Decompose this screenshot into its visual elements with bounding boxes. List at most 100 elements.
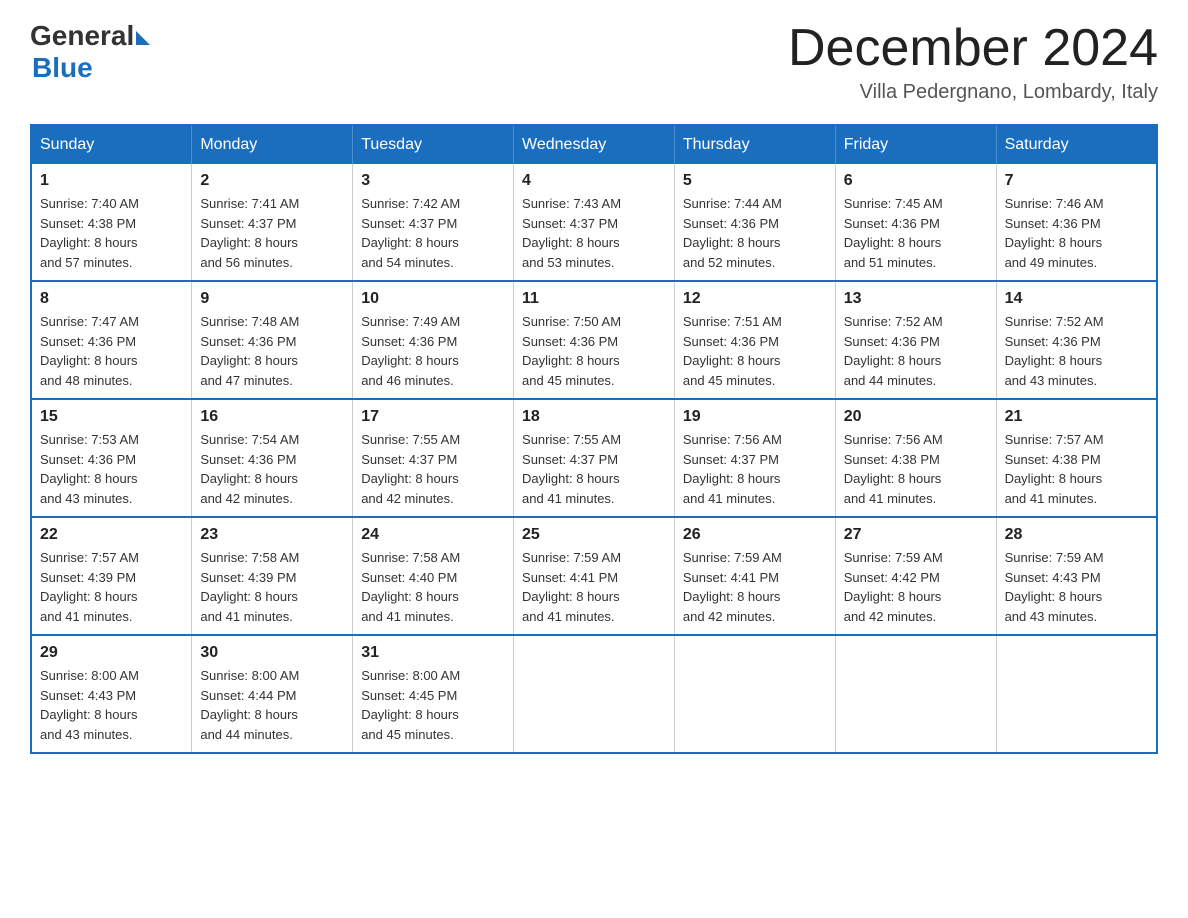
day-number: 1 xyxy=(40,172,183,190)
day-number: 9 xyxy=(200,290,344,308)
header-sunday: Sunday xyxy=(31,125,192,164)
table-row: 23 Sunrise: 7:58 AM Sunset: 4:39 PM Dayl… xyxy=(192,517,353,635)
table-row: 15 Sunrise: 7:53 AM Sunset: 4:36 PM Dayl… xyxy=(31,399,192,517)
calendar-week-row: 1 Sunrise: 7:40 AM Sunset: 4:38 PM Dayli… xyxy=(31,164,1157,281)
day-info: Sunrise: 7:59 AM Sunset: 4:43 PM Dayligh… xyxy=(1005,548,1148,626)
header-friday: Friday xyxy=(835,125,996,164)
day-info: Sunrise: 8:00 AM Sunset: 4:44 PM Dayligh… xyxy=(200,666,344,744)
day-info: Sunrise: 7:56 AM Sunset: 4:37 PM Dayligh… xyxy=(683,430,827,508)
day-number: 20 xyxy=(844,408,988,426)
day-number: 19 xyxy=(683,408,827,426)
calendar-week-row: 8 Sunrise: 7:47 AM Sunset: 4:36 PM Dayli… xyxy=(31,281,1157,399)
day-number: 26 xyxy=(683,526,827,544)
table-row: 9 Sunrise: 7:48 AM Sunset: 4:36 PM Dayli… xyxy=(192,281,353,399)
day-info: Sunrise: 7:57 AM Sunset: 4:39 PM Dayligh… xyxy=(40,548,183,626)
table-row: 16 Sunrise: 7:54 AM Sunset: 4:36 PM Dayl… xyxy=(192,399,353,517)
table-row: 5 Sunrise: 7:44 AM Sunset: 4:36 PM Dayli… xyxy=(674,164,835,281)
day-info: Sunrise: 7:46 AM Sunset: 4:36 PM Dayligh… xyxy=(1005,194,1148,272)
table-row: 2 Sunrise: 7:41 AM Sunset: 4:37 PM Dayli… xyxy=(192,164,353,281)
day-number: 18 xyxy=(522,408,666,426)
day-info: Sunrise: 7:50 AM Sunset: 4:36 PM Dayligh… xyxy=(522,312,666,390)
table-row xyxy=(835,635,996,753)
day-number: 23 xyxy=(200,526,344,544)
header-monday: Monday xyxy=(192,125,353,164)
day-info: Sunrise: 7:55 AM Sunset: 4:37 PM Dayligh… xyxy=(522,430,666,508)
day-info: Sunrise: 7:56 AM Sunset: 4:38 PM Dayligh… xyxy=(844,430,988,508)
day-info: Sunrise: 8:00 AM Sunset: 4:45 PM Dayligh… xyxy=(361,666,505,744)
day-number: 14 xyxy=(1005,290,1148,308)
day-number: 13 xyxy=(844,290,988,308)
calendar-week-row: 15 Sunrise: 7:53 AM Sunset: 4:36 PM Dayl… xyxy=(31,399,1157,517)
location-text: Villa Pedergnano, Lombardy, Italy xyxy=(788,81,1158,104)
day-info: Sunrise: 7:43 AM Sunset: 4:37 PM Dayligh… xyxy=(522,194,666,272)
day-number: 15 xyxy=(40,408,183,426)
day-number: 7 xyxy=(1005,172,1148,190)
day-number: 2 xyxy=(200,172,344,190)
calendar-table: Sunday Monday Tuesday Wednesday Thursday… xyxy=(30,124,1158,754)
day-info: Sunrise: 7:40 AM Sunset: 4:38 PM Dayligh… xyxy=(40,194,183,272)
table-row xyxy=(674,635,835,753)
day-info: Sunrise: 7:51 AM Sunset: 4:36 PM Dayligh… xyxy=(683,312,827,390)
table-row xyxy=(514,635,675,753)
table-row: 31 Sunrise: 8:00 AM Sunset: 4:45 PM Dayl… xyxy=(353,635,514,753)
day-number: 12 xyxy=(683,290,827,308)
day-number: 22 xyxy=(40,526,183,544)
table-row: 17 Sunrise: 7:55 AM Sunset: 4:37 PM Dayl… xyxy=(353,399,514,517)
table-row: 3 Sunrise: 7:42 AM Sunset: 4:37 PM Dayli… xyxy=(353,164,514,281)
day-number: 29 xyxy=(40,644,183,662)
calendar-week-row: 29 Sunrise: 8:00 AM Sunset: 4:43 PM Dayl… xyxy=(31,635,1157,753)
table-row: 14 Sunrise: 7:52 AM Sunset: 4:36 PM Dayl… xyxy=(996,281,1157,399)
table-row: 1 Sunrise: 7:40 AM Sunset: 4:38 PM Dayli… xyxy=(31,164,192,281)
table-row: 10 Sunrise: 7:49 AM Sunset: 4:36 PM Dayl… xyxy=(353,281,514,399)
month-title: December 2024 xyxy=(788,20,1158,77)
table-row: 22 Sunrise: 7:57 AM Sunset: 4:39 PM Dayl… xyxy=(31,517,192,635)
table-row: 8 Sunrise: 7:47 AM Sunset: 4:36 PM Dayli… xyxy=(31,281,192,399)
table-row: 13 Sunrise: 7:52 AM Sunset: 4:36 PM Dayl… xyxy=(835,281,996,399)
day-number: 5 xyxy=(683,172,827,190)
header-thursday: Thursday xyxy=(674,125,835,164)
table-row xyxy=(996,635,1157,753)
day-info: Sunrise: 7:58 AM Sunset: 4:40 PM Dayligh… xyxy=(361,548,505,626)
day-number: 3 xyxy=(361,172,505,190)
table-row: 21 Sunrise: 7:57 AM Sunset: 4:38 PM Dayl… xyxy=(996,399,1157,517)
table-row: 18 Sunrise: 7:55 AM Sunset: 4:37 PM Dayl… xyxy=(514,399,675,517)
logo-general-text: General xyxy=(30,20,134,52)
day-number: 24 xyxy=(361,526,505,544)
day-number: 10 xyxy=(361,290,505,308)
day-info: Sunrise: 7:59 AM Sunset: 4:42 PM Dayligh… xyxy=(844,548,988,626)
day-number: 25 xyxy=(522,526,666,544)
table-row: 19 Sunrise: 7:56 AM Sunset: 4:37 PM Dayl… xyxy=(674,399,835,517)
logo-arrow-icon xyxy=(136,31,150,45)
page-header: General Blue December 2024 Villa Pedergn… xyxy=(30,20,1158,104)
table-row: 25 Sunrise: 7:59 AM Sunset: 4:41 PM Dayl… xyxy=(514,517,675,635)
day-info: Sunrise: 7:54 AM Sunset: 4:36 PM Dayligh… xyxy=(200,430,344,508)
day-info: Sunrise: 7:41 AM Sunset: 4:37 PM Dayligh… xyxy=(200,194,344,272)
day-number: 6 xyxy=(844,172,988,190)
day-number: 17 xyxy=(361,408,505,426)
day-info: Sunrise: 7:48 AM Sunset: 4:36 PM Dayligh… xyxy=(200,312,344,390)
day-info: Sunrise: 7:45 AM Sunset: 4:36 PM Dayligh… xyxy=(844,194,988,272)
day-info: Sunrise: 7:58 AM Sunset: 4:39 PM Dayligh… xyxy=(200,548,344,626)
header-tuesday: Tuesday xyxy=(353,125,514,164)
day-info: Sunrise: 7:52 AM Sunset: 4:36 PM Dayligh… xyxy=(1005,312,1148,390)
table-row: 29 Sunrise: 8:00 AM Sunset: 4:43 PM Dayl… xyxy=(31,635,192,753)
table-row: 6 Sunrise: 7:45 AM Sunset: 4:36 PM Dayli… xyxy=(835,164,996,281)
day-number: 11 xyxy=(522,290,666,308)
table-row: 24 Sunrise: 7:58 AM Sunset: 4:40 PM Dayl… xyxy=(353,517,514,635)
calendar-header-row: Sunday Monday Tuesday Wednesday Thursday… xyxy=(31,125,1157,164)
day-info: Sunrise: 7:53 AM Sunset: 4:36 PM Dayligh… xyxy=(40,430,183,508)
table-row: 30 Sunrise: 8:00 AM Sunset: 4:44 PM Dayl… xyxy=(192,635,353,753)
header-saturday: Saturday xyxy=(996,125,1157,164)
day-number: 28 xyxy=(1005,526,1148,544)
day-number: 30 xyxy=(200,644,344,662)
day-number: 27 xyxy=(844,526,988,544)
day-info: Sunrise: 7:57 AM Sunset: 4:38 PM Dayligh… xyxy=(1005,430,1148,508)
table-row: 20 Sunrise: 7:56 AM Sunset: 4:38 PM Dayl… xyxy=(835,399,996,517)
day-number: 21 xyxy=(1005,408,1148,426)
logo: General Blue xyxy=(30,20,150,84)
table-row: 12 Sunrise: 7:51 AM Sunset: 4:36 PM Dayl… xyxy=(674,281,835,399)
day-number: 4 xyxy=(522,172,666,190)
day-info: Sunrise: 8:00 AM Sunset: 4:43 PM Dayligh… xyxy=(40,666,183,744)
day-number: 16 xyxy=(200,408,344,426)
table-row: 11 Sunrise: 7:50 AM Sunset: 4:36 PM Dayl… xyxy=(514,281,675,399)
